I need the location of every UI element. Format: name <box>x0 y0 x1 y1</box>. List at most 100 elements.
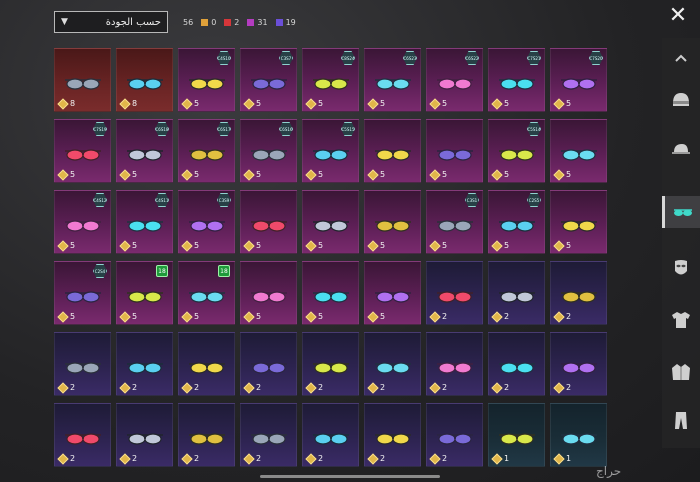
quantity-value: 2 <box>194 454 200 463</box>
sunglasses-icon <box>559 146 599 162</box>
close-icon[interactable]: ✕ <box>667 5 689 28</box>
item-card[interactable]: 5 <box>240 190 297 254</box>
mask-icon[interactable] <box>666 252 696 284</box>
item-card[interactable]: 5 C6S23 <box>364 48 421 112</box>
item-card[interactable]: 5 <box>364 190 421 254</box>
diamond-icon <box>429 97 441 110</box>
item-card[interactable]: 2 <box>488 261 545 325</box>
quantity-value: 5 <box>380 241 386 250</box>
item-quantity: 2 <box>181 452 200 465</box>
diamond-icon <box>305 381 317 394</box>
item-quantity: 5 <box>181 239 199 252</box>
item-card[interactable]: 5 C5S14 <box>488 119 545 183</box>
season-badge: C2S5 <box>527 193 541 207</box>
item-card[interactable]: 5 <box>550 119 607 183</box>
total-count: 56 <box>183 17 194 27</box>
item-card[interactable]: 2 <box>488 332 545 396</box>
item-quantity: 5 <box>429 97 447 110</box>
item-card[interactable]: 2 <box>302 403 359 467</box>
sort-dropdown[interactable]: ▼ حسب الجودة <box>54 11 168 33</box>
item-card[interactable]: 5 <box>364 261 421 325</box>
quantity-value: 5 <box>194 99 200 108</box>
quantity-value: 5 <box>566 99 572 108</box>
item-card[interactable]: 5 C4S11 <box>116 190 173 254</box>
diamond-icon <box>305 168 317 181</box>
quantity-value: 5 <box>256 170 262 179</box>
quantity-value: 5 <box>70 241 76 250</box>
item-card[interactable]: 2 <box>54 332 111 396</box>
cap-icon[interactable] <box>666 134 696 166</box>
diamond-icon <box>553 381 565 394</box>
item-card[interactable]: 5 C2S4 <box>54 261 111 325</box>
item-card[interactable]: 5 <box>364 119 421 183</box>
item-card[interactable]: 5 C8S24 <box>302 48 359 112</box>
sunglasses-icon <box>187 430 227 446</box>
sort-label: حسب الجودة <box>105 16 161 28</box>
item-card[interactable]: 2 <box>550 332 607 396</box>
item-quantity: 2 <box>119 452 137 465</box>
item-card[interactable]: 8 <box>116 48 173 112</box>
season-badge: C3S7 <box>279 51 293 65</box>
pants-icon[interactable] <box>666 404 696 436</box>
diamond-icon <box>367 97 379 110</box>
item-card[interactable]: 5 <box>302 190 359 254</box>
item-card[interactable]: 5 C7S19 <box>54 119 111 183</box>
season-badge: C3S9 <box>217 193 231 207</box>
item-card[interactable]: 5 C4S10 <box>178 48 235 112</box>
diamond-icon <box>367 168 379 181</box>
item-card[interactable]: 2 <box>364 403 421 467</box>
item-card[interactable]: 2 <box>364 332 421 396</box>
item-card[interactable]: 2 <box>426 403 483 467</box>
item-card[interactable]: 5 C5S15 <box>302 119 359 183</box>
diamond-icon <box>243 168 255 181</box>
item-card[interactable]: 2 <box>550 261 607 325</box>
item-quantity: 2 <box>553 310 572 323</box>
item-card[interactable]: 2 <box>178 332 235 396</box>
quantity-value: 5 <box>566 170 572 179</box>
sunglasses-icon <box>249 359 289 375</box>
season-badge: C6S22 <box>465 51 479 65</box>
item-card[interactable]: 5 C6S16 <box>240 119 297 183</box>
item-card[interactable]: 5 C4S12 <box>54 190 111 254</box>
jacket-icon[interactable] <box>666 356 696 388</box>
item-card[interactable]: 2 <box>240 403 297 467</box>
season-badge: C7S19 <box>93 122 107 136</box>
item-card[interactable]: 5 <box>302 261 359 325</box>
item-card[interactable]: 5 C7S20 <box>550 48 607 112</box>
quantity-value: 2 <box>566 312 572 321</box>
item-card[interactable]: 5 C3S9 <box>178 190 235 254</box>
item-card[interactable]: 5 <box>426 119 483 183</box>
item-card[interactable]: 5 C3S7 <box>240 48 297 112</box>
item-card[interactable]: 5 C3S1 <box>426 190 483 254</box>
glasses-icon[interactable] <box>662 196 700 228</box>
item-card[interactable]: 2 <box>302 332 359 396</box>
quantity-value: 5 <box>132 241 138 250</box>
shirt-icon[interactable] <box>666 304 696 336</box>
item-card[interactable]: 5 18 <box>116 261 173 325</box>
item-card[interactable]: 2 <box>426 332 483 396</box>
item-card[interactable]: 2 <box>116 332 173 396</box>
scroll-up-icon[interactable] <box>666 42 696 74</box>
item-card[interactable]: 5 <box>550 190 607 254</box>
item-card[interactable]: 5 <box>240 261 297 325</box>
item-card[interactable]: 2 <box>116 403 173 467</box>
item-quantity: 5 <box>491 239 509 252</box>
item-card[interactable]: 5 C6S22 <box>426 48 483 112</box>
item-card[interactable]: 5 C6S18 <box>116 119 173 183</box>
sunglasses-icon <box>125 146 165 162</box>
sunglasses-icon <box>373 359 413 375</box>
item-quantity: 2 <box>429 452 447 465</box>
item-card[interactable]: 2 <box>426 261 483 325</box>
item-card[interactable]: 1 <box>488 403 545 467</box>
helmet-icon[interactable] <box>666 84 696 116</box>
item-card[interactable]: 5 C6S17 <box>178 119 235 183</box>
item-card[interactable]: 5 C7S21 <box>488 48 545 112</box>
item-card[interactable]: 8 <box>54 48 111 112</box>
item-card[interactable]: 5 18 <box>178 261 235 325</box>
item-card[interactable]: 2 <box>178 403 235 467</box>
item-card[interactable]: 2 <box>54 403 111 467</box>
item-card[interactable]: 2 <box>240 332 297 396</box>
item-card[interactable]: 1 <box>550 403 607 467</box>
home-indicator <box>260 475 440 478</box>
item-card[interactable]: 5 C2S5 <box>488 190 545 254</box>
